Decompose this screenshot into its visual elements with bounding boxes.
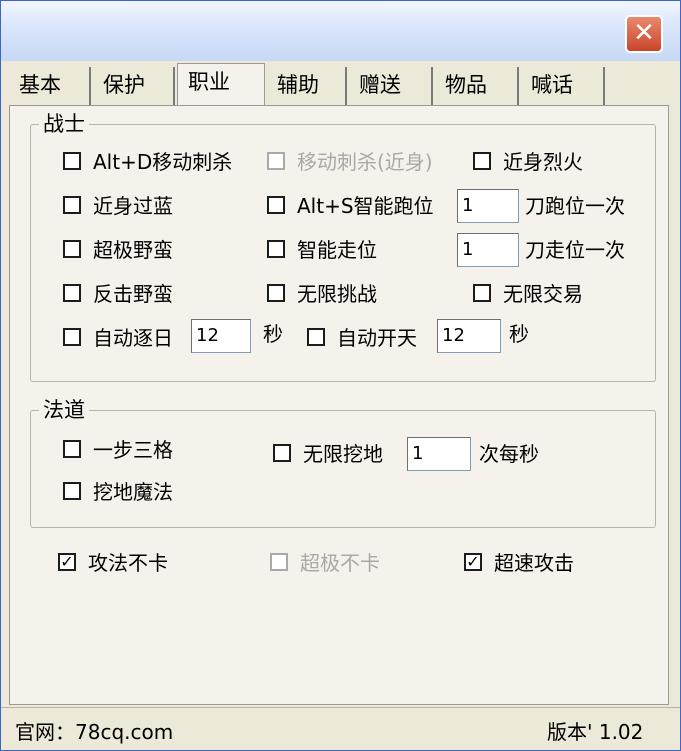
tab-assist[interactable]: 辅助 — [267, 67, 347, 105]
close-button[interactable]: ✕ — [625, 15, 663, 53]
dig-rate-unit: 次每秒 — [479, 442, 539, 466]
auto-sun-unit: 秒 — [263, 322, 283, 346]
checkbox-move-stab-melee[interactable]: 移动刺杀(近身) — [267, 147, 457, 177]
title-bar[interactable]: ✕ — [1, 1, 680, 61]
checkbox-box[interactable] — [63, 240, 81, 258]
checkbox-box[interactable] — [63, 196, 81, 214]
checkbox-box[interactable] — [273, 444, 291, 462]
checkbox-box[interactable] — [267, 240, 285, 258]
status-bar: 官网：78cq.com 版本' 1.02 — [1, 707, 680, 750]
mage-group-title: 法道 — [39, 398, 89, 422]
auto-sun-interval-input[interactable]: 12 — [191, 319, 251, 353]
walk-interval-input[interactable]: 1 — [457, 233, 519, 267]
checkbox-box[interactable] — [270, 553, 288, 571]
checkbox-box[interactable]: ✓ — [464, 553, 482, 571]
checkbox-box[interactable] — [473, 284, 491, 302]
checkbox-box[interactable] — [63, 440, 81, 458]
tab-job[interactable]: 职业 — [177, 63, 265, 107]
checkbox-box[interactable] — [267, 284, 285, 302]
checkbox-box[interactable] — [267, 196, 285, 214]
checkbox-box[interactable] — [267, 152, 285, 170]
mage-group: 法道 一步三格 无限挖地 1 次每秒 挖地魔法 — [30, 398, 656, 528]
app-window: ✕ 基本 保护 职业 辅助 赠送 物品 喊话 战士 Alt+D移动刺杀 移动刺杀… — [0, 0, 681, 751]
checkbox-box[interactable] — [63, 328, 81, 346]
checkbox-box[interactable] — [307, 328, 325, 346]
tab-protect[interactable]: 保护 — [93, 67, 175, 105]
website-text: 官网：78cq.com — [15, 720, 174, 744]
checkbox-box[interactable] — [63, 152, 81, 170]
checkbox-box[interactable] — [63, 482, 81, 500]
auto-sky-interval-input[interactable]: 12 — [437, 319, 501, 353]
tab-items[interactable]: 物品 — [435, 67, 519, 105]
warrior-group: 战士 Alt+D移动刺杀 移动刺杀(近身) 近身烈火 近身过蓝 Alt+S智能跑… — [30, 112, 656, 382]
tab-gift[interactable]: 赠送 — [349, 67, 433, 105]
run-interval-input[interactable]: 1 — [457, 189, 519, 223]
tab-shout[interactable]: 喊话 — [521, 67, 605, 105]
tab-basic[interactable]: 基本 — [9, 67, 91, 105]
close-icon: ✕ — [633, 18, 655, 48]
auto-sky-unit: 秒 — [509, 322, 529, 346]
run-interval-unit: 刀跑位一次 — [525, 194, 625, 218]
job-panel: 战士 Alt+D移动刺杀 移动刺杀(近身) 近身烈火 近身过蓝 Alt+S智能跑… — [9, 105, 669, 705]
walk-interval-unit: 刀走位一次 — [525, 238, 625, 262]
checkbox-box[interactable]: ✓ — [58, 553, 76, 571]
dig-rate-input[interactable]: 1 — [407, 437, 471, 471]
version-text: 版本' 1.02 — [547, 720, 644, 744]
checkbox-box[interactable] — [63, 284, 81, 302]
checkbox-box[interactable] — [473, 152, 491, 170]
warrior-group-title: 战士 — [39, 112, 89, 136]
